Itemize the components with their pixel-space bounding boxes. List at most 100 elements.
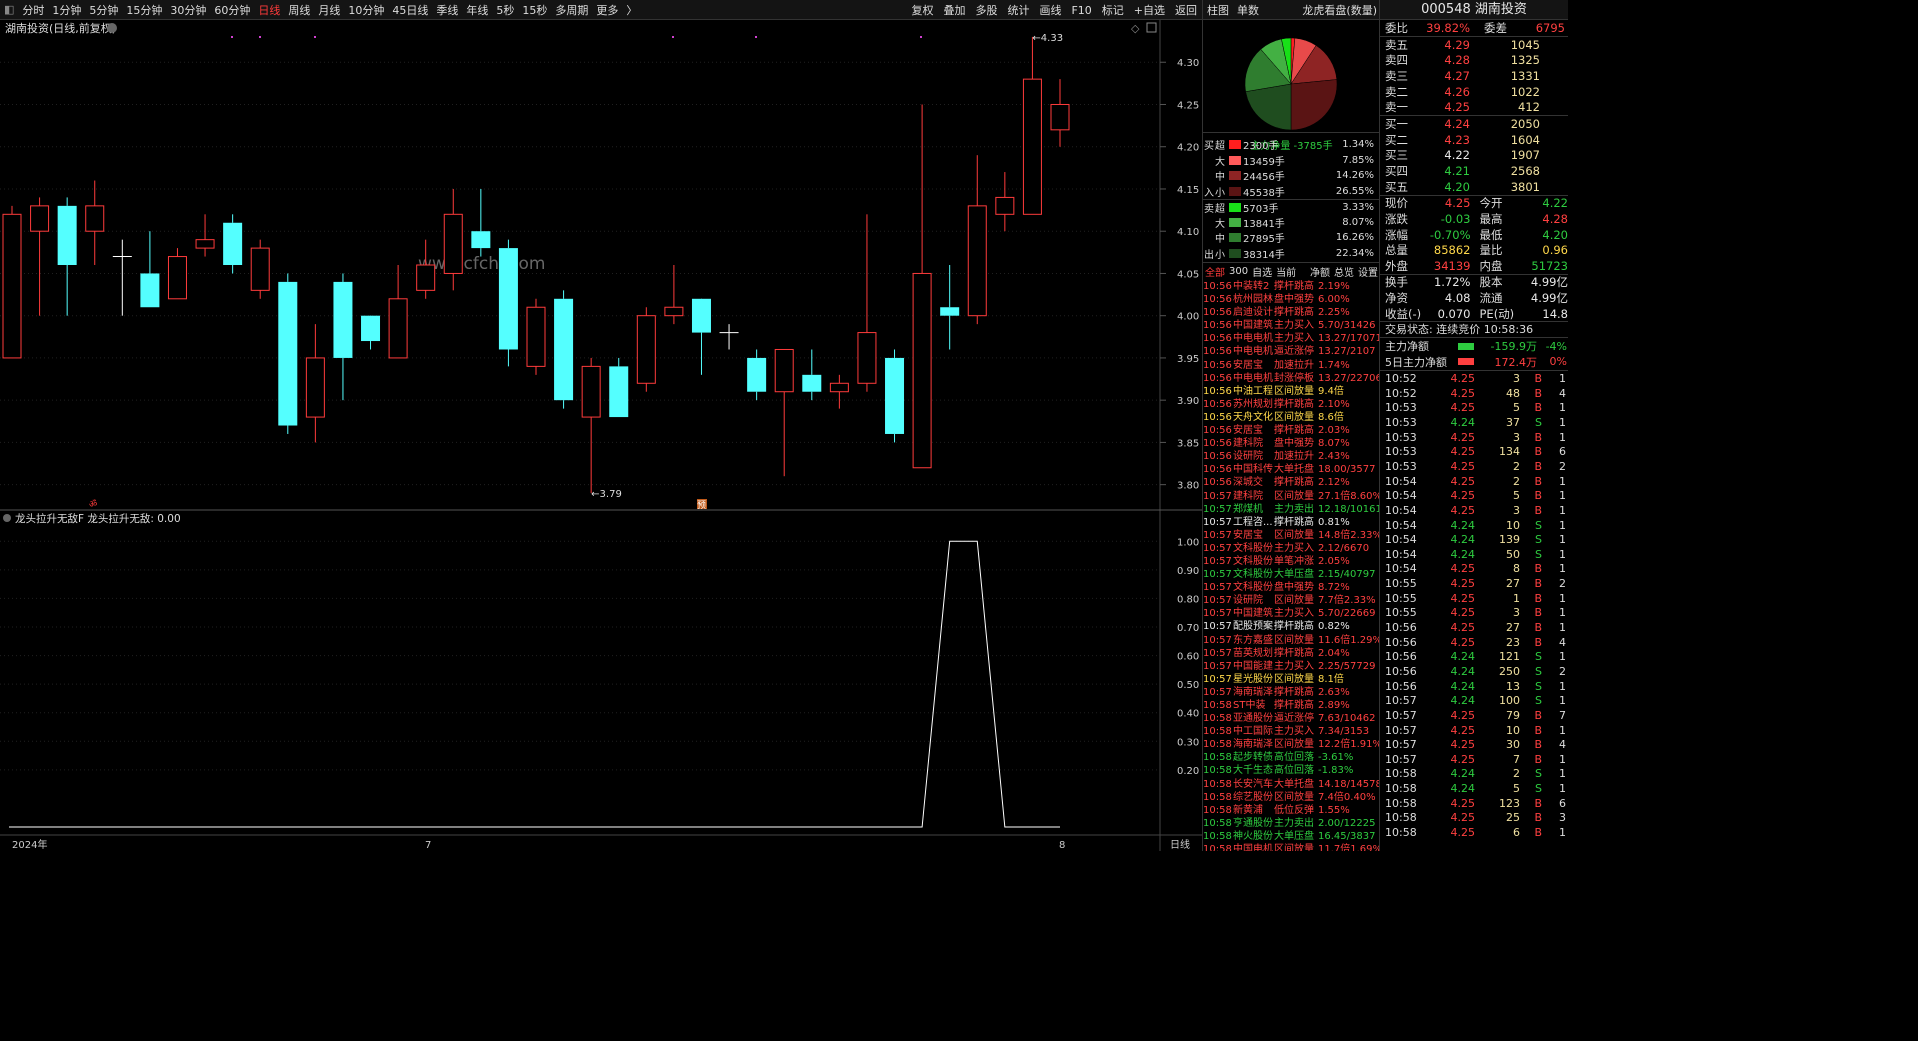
news-row[interactable]: 10:57 郑煤机 主力卖出 12.18/10161 <box>1203 503 1380 516</box>
news-row[interactable]: 10:57 苗英规划 撑杆跳高 2.04% <box>1203 647 1380 660</box>
news-row[interactable]: 10:57 工程咨... 撑杆跳高 0.81% <box>1203 516 1380 529</box>
news-row[interactable]: 10:57 文科股份 单笔冲涨 2.05% <box>1203 555 1380 568</box>
news-row[interactable]: 10:56 苏州规划 撑杆跳高 2.10% <box>1203 398 1380 411</box>
news-row[interactable]: 10:56 中电电机 逼近涨停 13.27/2107 <box>1203 345 1380 358</box>
news-tab[interactable]: 总览 <box>1332 264 1356 279</box>
settings-icon[interactable] <box>107 23 117 33</box>
news-row[interactable]: 10:57 海南瑞泽 撑杆跳高 2.63% <box>1203 686 1380 699</box>
news-row[interactable]: 10:57 文科股份 主力买入 2.12/6670 <box>1203 542 1380 555</box>
news-tab[interactable]: 净额 <box>1308 264 1332 279</box>
news-tab[interactable]: 自选 <box>1250 264 1274 279</box>
news-row[interactable]: 10:56 中电电机 封涨停板 13.27/22706 <box>1203 372 1380 385</box>
period-tab[interactable]: 更多 <box>592 2 622 18</box>
tool-button[interactable]: F10 <box>1066 4 1096 17</box>
news-row[interactable]: 10:58 海南瑞泽 区间放量 12.2倍1.91% <box>1203 738 1380 751</box>
news-row[interactable]: 10:57 设研院 区间放量 7.7倍2.33% <box>1203 594 1380 607</box>
period-tab[interactable]: 季线 <box>432 2 462 18</box>
news-row[interactable]: 10:58 亚通股份 逼近涨停 7.63/10462 <box>1203 712 1380 725</box>
period-tab[interactable]: 分时 <box>18 2 48 18</box>
period-tab[interactable]: 1分钟 <box>48 2 85 18</box>
candle[interactable] <box>526 298 546 375</box>
news-row[interactable]: 10:56 杭州园林 盘中强势 6.00% <box>1203 293 1380 306</box>
news-row[interactable]: 10:58 新黄浦 低位反弹 1.55% <box>1203 804 1380 817</box>
news-row[interactable]: 10:57 配股预案 撑杆跳高 0.82% <box>1203 620 1380 633</box>
news-row[interactable]: 10:56 建科院 盘中强势 8.07% <box>1203 437 1380 450</box>
news-row[interactable]: 10:56 天舟文化 区间放量 8.6倍 <box>1203 411 1380 424</box>
alert-news-list[interactable]: 10:56 中装转2 撑杆跳高 2.19% 10:56 杭州园林 盘中强势 6.00% 10:5… <box>1203 280 1380 851</box>
diamond-icon[interactable]: ◇ <box>1131 22 1140 35</box>
news-row[interactable]: 10:56 中装转2 撑杆跳高 2.19% <box>1203 280 1380 293</box>
more-chevron-icon[interactable]: 〉 <box>622 2 641 18</box>
news-row[interactable]: 10:56 启迪设计 撑杆跳高 2.25% <box>1203 306 1380 319</box>
period-tab[interactable]: 年线 <box>462 2 492 18</box>
news-tab[interactable]: 全部 <box>1203 264 1227 279</box>
news-row[interactable]: 10:58 中工国际 主力买入 7.34/3153 <box>1203 725 1380 738</box>
period-tab[interactable]: 多周期 <box>551 2 592 18</box>
news-tab[interactable]: 300 <box>1227 266 1250 277</box>
indicator-settings-icon[interactable] <box>3 514 11 522</box>
tool-button[interactable]: 标记 <box>1097 2 1129 18</box>
news-row[interactable]: 10:58 长安汽车 大单托盘 14.18/14578 <box>1203 778 1380 791</box>
news-row[interactable]: 10:57 文科股份 大单压盘 2.15/40797 <box>1203 568 1380 581</box>
news-row[interactable]: 10:58 亨通股份 主力卖出 2.00/12225 <box>1203 817 1380 830</box>
tab-bar-chart[interactable]: 柱图 <box>1203 2 1233 18</box>
tool-button[interactable]: 画线 <box>1034 2 1066 18</box>
news-tab[interactable]: 当前 <box>1274 264 1298 279</box>
candle[interactable] <box>498 239 518 367</box>
news-row[interactable]: 10:56 中电电机 主力买入 13.27/17071 <box>1203 332 1380 345</box>
tool-button[interactable]: 多股 <box>970 2 1002 18</box>
news-row[interactable]: 10:57 文科股份 盘中强势 8.72% <box>1203 581 1380 594</box>
news-row[interactable]: 10:57 中国建筑 主力买入 5.70/22669 <box>1203 607 1380 620</box>
news-row[interactable]: 10:56 中国建筑 主力买入 5.70/31426 <box>1203 319 1380 332</box>
news-row[interactable]: 10:56 中国科传 大单托盘 18.00/3577 <box>1203 463 1380 476</box>
candle[interactable] <box>885 349 905 443</box>
period-tab[interactable]: 60分钟 <box>210 2 254 18</box>
news-row[interactable]: 10:56 安居宝 撑杆跳高 2.03% <box>1203 424 1380 437</box>
news-row[interactable]: 10:58 中国电机 区间放量 11.7倍1.69% <box>1203 843 1380 851</box>
candle[interactable] <box>2 205 22 359</box>
menu-icon[interactable]: ◧ <box>0 3 18 16</box>
news-row[interactable]: 10:56 深城交 撑杆跳高 2.12% <box>1203 476 1380 489</box>
candle[interactable] <box>278 273 298 434</box>
news-row[interactable]: 10:57 星光股份 区间放量 8.1倍 <box>1203 673 1380 686</box>
tab-dragon-tiger[interactable]: 龙虎看盘(数量) <box>1298 2 1379 18</box>
news-row[interactable]: 10:57 安居宝 区间放量 14.8倍2.33% <box>1203 529 1380 542</box>
candle[interactable] <box>223 214 243 274</box>
period-tab[interactable]: 10分钟 <box>344 2 388 18</box>
candle[interactable] <box>554 290 574 409</box>
period-tab[interactable]: 5分钟 <box>85 2 122 18</box>
news-row[interactable]: 10:57 东方嘉盛 区间放量 11.6倍1.29% <box>1203 634 1380 647</box>
period-tab[interactable]: 30分钟 <box>166 2 210 18</box>
tab-order-count[interactable]: 单数 <box>1233 2 1263 18</box>
news-row[interactable]: 10:58 大千生态 高位回落 -1.83% <box>1203 764 1380 777</box>
period-tab[interactable]: 15秒 <box>518 2 551 18</box>
period-tab[interactable]: 5秒 <box>492 2 518 18</box>
tick-list[interactable]: 10:52 4.25 3 B 1 10:52 4.25 48 B 4 10:53 4.25 5 B 1 10:… <box>1380 370 1568 840</box>
candle[interactable] <box>250 239 270 299</box>
candlestick-chart[interactable]: 4.30 4.25 4.20 4.15 4.10 4.05 4.00 3.95 3.90 3.85… <box>0 20 1202 851</box>
period-tab[interactable]: 日线 <box>254 2 284 18</box>
tool-button[interactable]: 叠加 <box>938 2 970 18</box>
candle[interactable] <box>636 307 656 392</box>
news-row[interactable]: 10:56 安居宝 加速拉升 1.74% <box>1203 359 1380 372</box>
period-tab[interactable]: 15分钟 <box>122 2 166 18</box>
news-row[interactable]: 10:58 ST中装 撑杆跳高 2.89% <box>1203 699 1380 712</box>
news-stock: 星光股份 <box>1233 673 1273 685</box>
tool-button[interactable]: 复权 <box>906 2 938 18</box>
period-tab[interactable]: 45日线 <box>388 2 432 18</box>
tool-button[interactable]: 统计 <box>1002 2 1034 18</box>
news-row[interactable]: 10:56 设研院 加速拉升 2.43% <box>1203 450 1380 463</box>
news-row[interactable]: 10:58 神火股份 大单压盘 16.45/3837 <box>1203 830 1380 843</box>
chart-area[interactable]: 4.30 4.25 4.20 4.15 4.10 4.05 4.00 3.95 3.90 3.85… <box>0 20 1202 851</box>
news-row[interactable]: 10:58 综艺股份 区间放量 7.4倍0.40% <box>1203 791 1380 804</box>
candle[interactable] <box>609 357 629 418</box>
tool-button[interactable]: +自选 <box>1129 2 1170 18</box>
tool-button[interactable]: 返回 <box>1170 2 1202 18</box>
period-tab[interactable]: 月线 <box>314 2 344 18</box>
news-tab[interactable]: 设置 <box>1356 264 1380 279</box>
news-row[interactable]: 10:58 起步转债 高位回落 -3.61% <box>1203 751 1380 764</box>
news-row[interactable]: 10:57 中国能建 主力买入 2.25/57729 <box>1203 660 1380 673</box>
news-row[interactable]: 10:56 中油工程 区间放量 9.4倍 <box>1203 385 1380 398</box>
news-row[interactable]: 10:57 建科院 区间放量 27.1倍8.60% <box>1203 490 1380 503</box>
period-tab[interactable]: 周线 <box>284 2 314 18</box>
